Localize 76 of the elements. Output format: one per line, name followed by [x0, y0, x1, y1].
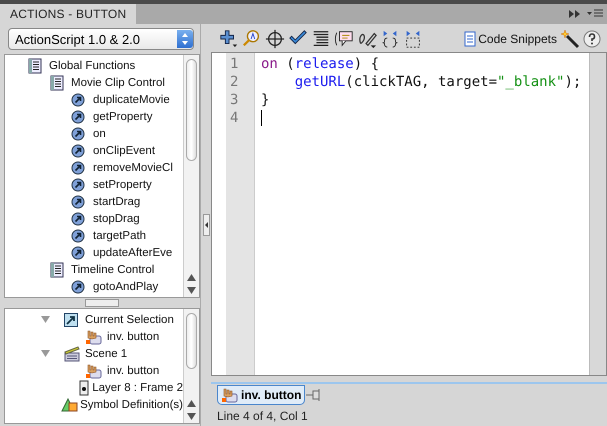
arrow-square-icon	[63, 312, 79, 328]
collapse-selection-icon[interactable]	[403, 29, 423, 49]
menu-icon[interactable]	[587, 9, 603, 19]
tree-item[interactable]: inv. button	[107, 364, 160, 376]
line-number: 3	[229, 91, 240, 109]
code-line: }	[261, 91, 270, 109]
line-number: 4	[229, 109, 240, 127]
tree-item[interactable]: getProperty	[93, 110, 152, 122]
arrow-circle-icon	[71, 178, 85, 192]
tree-item[interactable]: Scene 1	[85, 348, 128, 360]
tree-item[interactable]: setProperty	[93, 178, 152, 190]
expand-triangle-icon[interactable]	[40, 315, 50, 324]
panel-title[interactable]: ACTIONS - BUTTON	[0, 4, 136, 24]
code-line: getURL(clickTAG, target="_blank");	[294, 73, 582, 91]
document-icon	[464, 31, 476, 47]
tree-item[interactable]: stopDrag	[93, 212, 140, 224]
book-icon	[27, 58, 43, 74]
tree-item[interactable]: Movie Clip Control	[71, 76, 165, 88]
tree-item[interactable]: removeMovieCl	[93, 162, 173, 174]
tree-item[interactable]: on	[93, 128, 106, 140]
arrow-circle-icon	[71, 246, 85, 260]
shapes-icon	[60, 396, 79, 412]
add-plus-icon[interactable]	[219, 29, 239, 49]
hand-button-icon	[221, 387, 239, 403]
expand-triangle-icon[interactable]	[40, 349, 50, 358]
arrow-circle-icon	[71, 228, 85, 242]
crosshair-icon[interactable]	[265, 29, 285, 49]
align-lines-icon[interactable]	[311, 29, 331, 49]
tree-item[interactable]: Timeline Control	[71, 264, 154, 276]
tree-item[interactable]: onClipEvent	[93, 144, 156, 156]
magic-wand-icon[interactable]	[560, 29, 580, 49]
tree-item[interactable]: startDrag	[93, 196, 140, 208]
arrow-circle-icon	[71, 92, 85, 106]
arrow-circle-icon	[71, 160, 85, 174]
comment-icon[interactable]	[334, 29, 354, 49]
collapse-handle-icon[interactable]	[202, 214, 210, 236]
tree-item[interactable]: updateAfterEve	[93, 246, 172, 258]
code-line: on (release) {	[261, 55, 380, 73]
tree-item[interactable]: Current Selection	[85, 314, 174, 326]
scroll-up-icon[interactable]	[187, 274, 196, 281]
line-number: 1	[229, 55, 240, 73]
arrow-circle-icon	[71, 194, 85, 208]
scroll-down-icon[interactable]	[187, 287, 196, 294]
arrow-circle-icon	[71, 212, 85, 226]
status-text: Line 4 of 4, Col 1	[216, 408, 309, 425]
arrow-circle-icon	[71, 144, 85, 158]
collapse-braces-icon[interactable]	[380, 29, 400, 49]
code-snippets-button[interactable]: Code Snippets	[464, 31, 557, 47]
hand-button-icon	[85, 328, 103, 344]
frame-icon	[78, 380, 90, 396]
text-cursor	[261, 110, 262, 126]
tree-item[interactable]: inv. button	[107, 330, 160, 342]
arrow-circle-icon	[71, 280, 85, 294]
scrollbar[interactable]	[183, 309, 199, 423]
book-icon	[49, 74, 65, 90]
tree-item[interactable]: Global Functions	[49, 60, 136, 72]
line-number: 2	[229, 73, 240, 91]
arrow-circle-icon	[71, 126, 85, 140]
scroll-down-icon[interactable]	[187, 413, 196, 420]
help-icon[interactable]	[583, 30, 601, 48]
splitter-handle[interactable]	[85, 299, 119, 307]
tree-item[interactable]: duplicateMovie	[93, 94, 170, 106]
tree-item[interactable]: Symbol Definition(s)	[80, 398, 183, 410]
arrow-circle-icon	[71, 110, 85, 124]
double-arrow-icon[interactable]	[569, 10, 581, 18]
tree-item[interactable]: gotoAndPlay	[93, 280, 158, 292]
scrollbar[interactable]	[589, 53, 606, 375]
script-tab[interactable]: inv. button	[217, 385, 306, 405]
clapperboard-icon	[63, 346, 81, 362]
hand-button-icon	[85, 362, 103, 378]
tree-item[interactable]: targetPath	[93, 230, 146, 242]
language-dropdown[interactable]: ActionScript 1.0 & 2.0	[8, 28, 194, 50]
tree-item[interactable]: Layer 8 : Frame 2	[92, 382, 183, 394]
scroll-up-icon[interactable]	[187, 400, 196, 407]
book-icon	[49, 262, 65, 278]
scrollbar[interactable]	[183, 55, 199, 297]
